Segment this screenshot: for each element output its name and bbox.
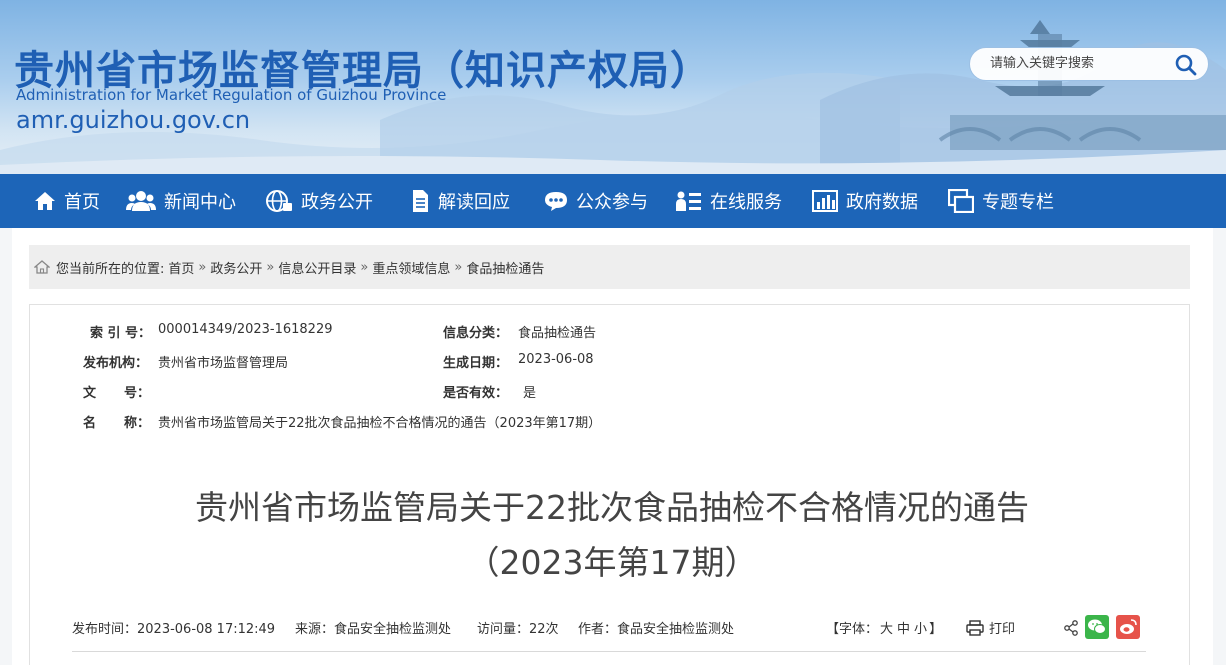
nav-item-special-topics[interactable]: 专题专栏 <box>948 174 1054 228</box>
source: 来源：食品安全抽检监测处 <box>295 622 452 637</box>
print-label: 打印 <box>989 622 1016 637</box>
valid-label: 是否有效： <box>443 386 509 401</box>
wechat-share-icon[interactable] <box>1085 615 1109 643</box>
nav-label: 首页 <box>64 192 100 213</box>
nav-label: 专题专栏 <box>982 192 1054 213</box>
nav-label: 政务公开 <box>301 192 373 213</box>
publish-time: 发布时间：2023-06-08 17:12:49 <box>72 622 276 637</box>
nav-item-participation[interactable]: 公众参与 <box>544 174 648 228</box>
info-divider <box>72 651 1146 652</box>
nav-item-news[interactable]: 新闻中心 <box>126 174 236 228</box>
article-title-line1: 贵州省市场监管局关于22批次食品抽检不合格情况的通告 <box>195 488 1029 527</box>
category-value: 食品抽检通告 <box>518 326 597 341</box>
valid-value: 是 <box>523 386 537 401</box>
nav-item-interpretation[interactable]: 解读回应 <box>410 174 510 228</box>
breadcrumb-separator: » <box>360 259 369 275</box>
globe-icon <box>266 190 292 212</box>
breadcrumb-info-catalog[interactable]: 信息公开目录 <box>278 258 356 277</box>
nav-label: 在线服务 <box>710 192 782 213</box>
weibo-share-icon[interactable] <box>1116 615 1140 643</box>
font-size-control: 【字体：大中小】 <box>826 618 942 637</box>
article-title-line2: （2023年第17期） <box>466 543 758 582</box>
name-label-part2: 称： <box>124 416 151 431</box>
date-label: 生成日期： <box>443 356 509 371</box>
view-count: 访问量：22次 <box>477 622 559 637</box>
breadcrumb-key-areas[interactable]: 重点领域信息 <box>372 258 450 277</box>
header-banner: 贵州省市场监督管理局（知识产权局） Administration for Mar… <box>0 0 1226 174</box>
home-outline-icon <box>34 260 50 274</box>
author: 作者：食品安全抽检监测处 <box>578 622 735 637</box>
nav-item-home[interactable]: 首页 <box>34 174 100 228</box>
breadcrumb-food-notices[interactable]: 食品抽检通告 <box>466 258 544 277</box>
nav-item-online-service[interactable]: 在线服务 <box>676 174 782 228</box>
share-icon[interactable] <box>1063 620 1079 640</box>
index-label: 索 引 号： <box>90 326 152 341</box>
breadcrumb-prefix: 您当前所在的位置: <box>56 261 165 277</box>
list-icon <box>676 191 701 211</box>
search-box <box>969 47 1209 81</box>
windows-icon <box>948 189 974 213</box>
site-domain: amr.guizhou.gov.cn <box>16 106 251 134</box>
people-icon <box>126 191 156 211</box>
index-value: 000014349/2023-1618229 <box>158 322 333 337</box>
main-nav: 首页 新闻中心 政务公开 解读回应 公众参与 在线服务 政府数据 专题专栏 <box>0 174 1226 228</box>
print-button[interactable]: 打印 <box>966 618 1015 637</box>
breadcrumb-separator: » <box>454 259 463 275</box>
date-value: 2023-06-08 <box>518 352 594 367</box>
font-size-prefix: 【字体： <box>826 622 879 637</box>
publisher-value: 贵州省市场监督管理局 <box>158 356 289 371</box>
breadcrumb-home[interactable]: 首页 <box>168 258 194 277</box>
name-label-part1: 名 <box>83 416 97 431</box>
nav-label: 公众参与 <box>576 192 648 213</box>
nav-label: 解读回应 <box>438 192 510 213</box>
site-subtitle: Administration for Market Regulation of … <box>16 86 447 104</box>
nav-label: 新闻中心 <box>164 192 236 213</box>
font-size-suffix: 】 <box>929 622 943 637</box>
home-icon <box>35 192 55 210</box>
font-medium-button[interactable]: 中 <box>897 622 910 637</box>
publisher-label: 发布机构： <box>83 356 149 371</box>
nav-label: 政府数据 <box>846 192 918 213</box>
category-label: 信息分类： <box>443 326 509 341</box>
font-small-button[interactable]: 小 <box>914 622 927 637</box>
breadcrumb-separator: » <box>266 259 275 275</box>
docno-label-part1: 文 <box>83 386 97 401</box>
bar-chart-icon <box>812 190 838 212</box>
search-icon[interactable] <box>1174 53 1198 77</box>
chat-icon <box>545 192 567 211</box>
breadcrumb-gov-affairs[interactable]: 政务公开 <box>210 258 262 277</box>
breadcrumb: 您当前所在的位置: 首页 » 政务公开 » 信息公开目录 » 重点领域信息 » … <box>29 245 1190 289</box>
docno-label-part2: 号： <box>124 386 151 401</box>
nav-item-gov-data[interactable]: 政府数据 <box>812 174 918 228</box>
document-icon <box>413 190 428 212</box>
breadcrumb-separator: » <box>198 259 207 275</box>
printer-icon <box>966 619 984 636</box>
font-large-button[interactable]: 大 <box>880 622 893 637</box>
name-value: 贵州省市场监管局关于22批次食品抽检不合格情况的通告（2023年第17期） <box>158 416 602 431</box>
search-input[interactable] <box>988 55 1172 72</box>
nav-item-gov-affairs[interactable]: 政务公开 <box>265 174 373 228</box>
